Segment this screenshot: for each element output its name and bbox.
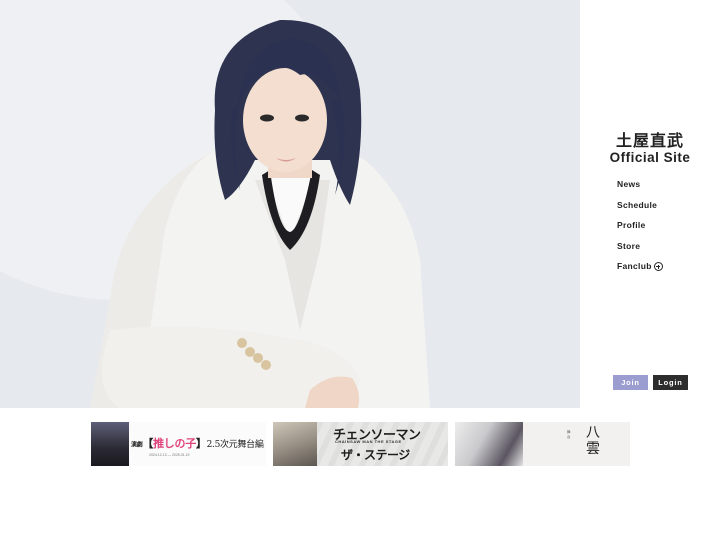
site-subtitle: Official Site: [609, 150, 691, 166]
side-panel: 土屋直武 Official Site News Schedule Profile…: [580, 0, 720, 408]
nav-item-label: News: [617, 179, 641, 190]
nav-item-news[interactable]: News: [617, 174, 663, 195]
site-name: 土屋直武: [615, 131, 684, 150]
banner-thumbnail: [273, 422, 317, 466]
banner-yakumo[interactable]: 舞台 八雲: [455, 422, 630, 466]
banner-title-bracket-open: 【: [142, 437, 154, 450]
site-title[interactable]: 土屋直武 Official Site: [580, 131, 720, 166]
banner-strip: 演劇【推しの子】2.5次元舞台編 2024.12.13 — 2025.01.19…: [91, 422, 631, 466]
banner-title: 演劇【推しの子】2.5次元舞台編: [131, 435, 264, 451]
nav-item-fanclub[interactable]: Fanclub: [617, 256, 663, 277]
banner-dates: 2024.12.13 — 2025.01.19: [149, 453, 190, 457]
nav-item-label: Store: [617, 240, 641, 251]
login-button[interactable]: Login: [653, 375, 688, 390]
banner-thumbnail: [91, 422, 129, 466]
banner-title-line2: CHAINSAW MAN THE STAGE: [335, 439, 402, 444]
banner-oshinoko[interactable]: 演劇【推しの子】2.5次元舞台編 2024.12.13 — 2025.01.19: [91, 422, 266, 466]
banner-title-prefix: 演劇: [131, 441, 143, 449]
nav-item-label: Fanclub: [617, 261, 652, 272]
hero-portrait-illustration: [0, 0, 580, 408]
nav-item-label: Schedule: [617, 199, 658, 210]
nav-item-schedule[interactable]: Schedule: [617, 195, 663, 216]
banner-title-main: 推しの子: [153, 437, 196, 450]
banner-chainsawman[interactable]: チェンソーマン CHAINSAW MAN THE STAGE ザ・ステージ: [273, 422, 448, 466]
plus-circle-icon: [653, 261, 663, 271]
main-nav: News Schedule Profile Store Fanclub: [617, 174, 663, 277]
banner-vertical-text: 舞台: [567, 430, 571, 439]
banner-title-bracket-close: 】: [195, 437, 207, 450]
banner-title-suffix: 2.5次元舞台編: [206, 440, 264, 450]
join-button[interactable]: Join: [613, 375, 648, 390]
nav-item-profile[interactable]: Profile: [617, 215, 663, 236]
nav-item-store[interactable]: Store: [617, 236, 663, 257]
banner-title-line3: ザ・ステージ: [341, 448, 410, 462]
banner-thumbnail: [455, 422, 523, 466]
hero-photo: [0, 0, 580, 408]
nav-item-label: Profile: [617, 220, 646, 231]
banner-title: 八雲: [586, 425, 600, 457]
